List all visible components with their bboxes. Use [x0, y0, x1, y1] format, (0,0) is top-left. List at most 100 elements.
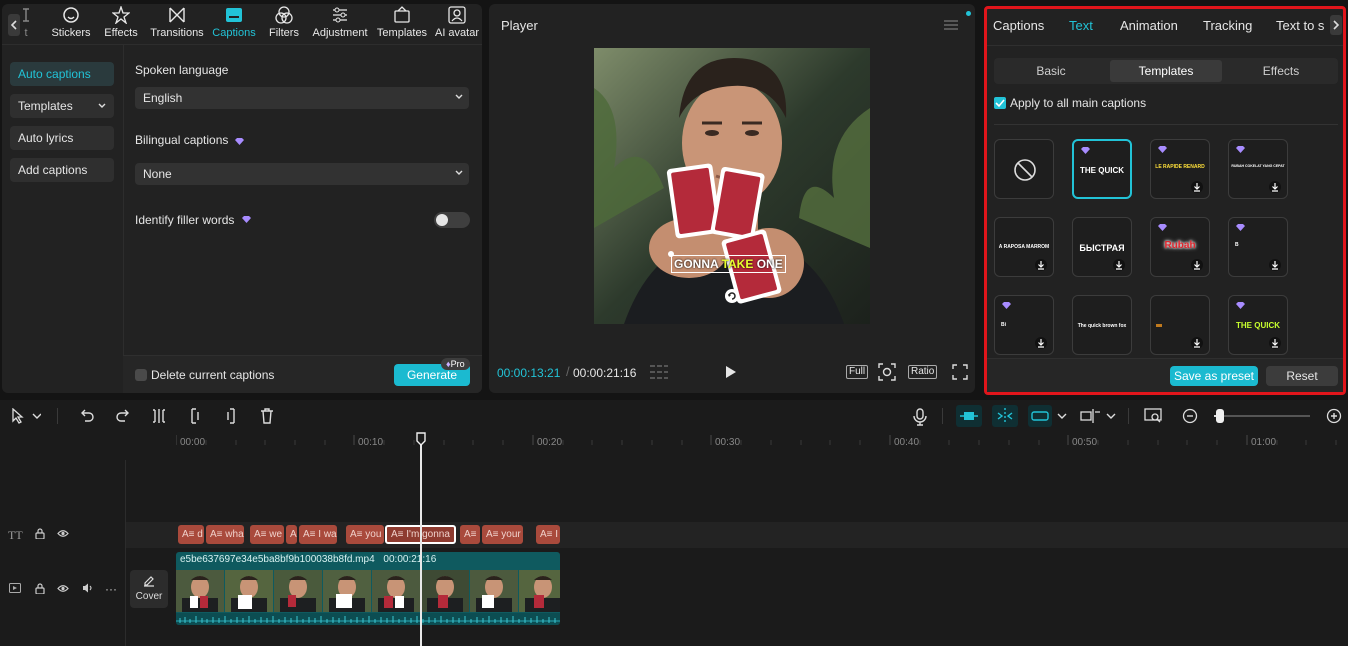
template-item[interactable]: Bi: [994, 295, 1054, 355]
template-item[interactable]: A RAPOSA MARROM: [994, 217, 1054, 277]
select-cursor-icon[interactable]: [11, 408, 41, 424]
rotate-handle-icon[interactable]: [724, 288, 740, 304]
tab-captions[interactable]: Captions: [993, 18, 1044, 33]
eye-icon[interactable]: [57, 529, 69, 538]
segment-effects[interactable]: Effects: [1226, 60, 1336, 82]
tool-filters[interactable]: Filters: [255, 5, 313, 45]
caption-clip[interactable]: A≡ I: [536, 525, 560, 544]
playhead-handle[interactable]: [416, 432, 426, 446]
template-item[interactable]: B: [1228, 217, 1288, 277]
reset-button[interactable]: Reset: [1266, 366, 1338, 386]
tabs-scroll-right-button[interactable]: [1330, 15, 1342, 35]
split-icon[interactable]: [151, 408, 167, 424]
pro-gem-icon: [242, 216, 251, 223]
download-icon[interactable]: [1269, 181, 1281, 193]
bilingual-value: None: [143, 167, 172, 181]
tool-adjustment[interactable]: Adjustment: [311, 5, 369, 45]
preview-axis-icon[interactable]: [1080, 408, 1116, 424]
download-icon[interactable]: [1035, 259, 1047, 271]
cover-button[interactable]: Cover: [130, 570, 168, 608]
caption-clip[interactable]: A≡: [460, 525, 480, 544]
template-item[interactable]: [1150, 295, 1210, 355]
download-icon[interactable]: [1269, 259, 1281, 271]
timeline-grid-icon[interactable]: [649, 364, 669, 380]
caption-clip[interactable]: A≡ I wa: [299, 525, 337, 544]
linkage-icon[interactable]: [1028, 405, 1070, 427]
trim-left-icon[interactable]: [187, 408, 203, 424]
delete-captions-checkbox[interactable]: [135, 369, 147, 381]
download-icon[interactable]: [1269, 337, 1281, 349]
zoom-out-icon[interactable]: [1182, 408, 1198, 424]
volume-icon[interactable]: [82, 583, 94, 593]
tool-transitions[interactable]: Transitions: [148, 5, 206, 45]
play-button[interactable]: [725, 365, 737, 379]
template-item[interactable]: БЫСТРАЯ: [1072, 217, 1132, 277]
segment-basic[interactable]: Basic: [996, 60, 1106, 82]
caption-clip[interactable]: A≡ d: [178, 525, 204, 544]
caption-handle[interactable]: [668, 251, 674, 257]
download-icon[interactable]: [1191, 259, 1203, 271]
nav-templates[interactable]: Templates: [10, 94, 114, 118]
video-clip[interactable]: e5be637697e34e5ba8bf9b100038b8fd.mp4 00:…: [176, 552, 560, 625]
nav-auto-lyrics[interactable]: Auto lyrics: [10, 126, 114, 150]
caption-clip[interactable]: A≡ wha: [206, 525, 244, 544]
zoom-fit-icon[interactable]: [1144, 408, 1162, 424]
player-menu-icon[interactable]: [944, 20, 958, 30]
undo-icon[interactable]: [79, 408, 95, 424]
lock-icon[interactable]: [35, 528, 45, 539]
zoom-slider[interactable]: [1214, 409, 1310, 423]
filler-words-toggle[interactable]: [434, 212, 470, 228]
eye-icon[interactable]: [57, 584, 69, 593]
tool-label: Filters: [269, 27, 299, 39]
delete-trash-icon[interactable]: [259, 408, 275, 424]
crop-focus-icon[interactable]: [878, 363, 896, 381]
main-track-magnet-icon[interactable]: [956, 405, 982, 427]
template-item[interactable]: LE RAPIDE RENARD: [1150, 139, 1210, 199]
download-icon[interactable]: [1035, 337, 1047, 349]
caption-clip[interactable]: A≡ your: [482, 525, 523, 544]
ruler-label: 00:30: [715, 437, 741, 448]
tool-effects[interactable]: Effects: [92, 5, 150, 45]
caption-clip[interactable]: A≡ you: [346, 525, 384, 544]
ratio-button[interactable]: Ratio: [908, 365, 938, 379]
zoom-slider-knob[interactable]: [1216, 409, 1224, 423]
template-item[interactable]: THE QUICK: [1228, 295, 1288, 355]
nav-auto-captions[interactable]: Auto captions: [10, 62, 114, 86]
full-button[interactable]: Full: [846, 365, 869, 379]
tab-tracking[interactable]: Tracking: [1203, 18, 1252, 33]
caption-overlay[interactable]: GONNA TAKE ONE: [671, 255, 786, 273]
playhead-line[interactable]: [420, 444, 422, 646]
download-icon[interactable]: [1191, 337, 1203, 349]
template-item[interactable]: RUBAH COKELAT YANG CEPAT: [1228, 139, 1288, 199]
caption-clip[interactable]: A: [286, 525, 297, 544]
nav-add-captions[interactable]: Add captions: [10, 158, 114, 182]
tab-text-to-speech[interactable]: Text to s: [1276, 18, 1326, 33]
fullscreen-icon[interactable]: [952, 364, 968, 380]
download-icon[interactable]: [1113, 259, 1125, 271]
redo-icon[interactable]: [115, 408, 131, 424]
video-preview[interactable]: GONNA TAKE ONE: [594, 48, 870, 324]
tool-text[interactable]: t: [14, 5, 38, 45]
bilingual-select[interactable]: None: [135, 163, 469, 185]
microphone-icon[interactable]: [912, 408, 928, 426]
template-item[interactable]: Rubah: [1150, 217, 1210, 277]
more-options-icon[interactable]: ···: [105, 582, 117, 596]
template-none[interactable]: [994, 139, 1054, 199]
save-preset-button[interactable]: Save as preset: [1170, 366, 1258, 386]
caption-clip[interactable]: A≡ we: [250, 525, 284, 544]
zoom-in-icon[interactable]: [1326, 408, 1342, 424]
spoken-language-select[interactable]: English: [135, 87, 469, 109]
template-item[interactable]: THE QUICK: [1072, 139, 1132, 199]
segment-templates[interactable]: Templates: [1110, 60, 1222, 82]
timeline-ruler[interactable]: [176, 433, 1348, 445]
tool-ai-avatar[interactable]: AI avatar: [428, 5, 486, 45]
tab-text[interactable]: Text: [1069, 18, 1093, 33]
tool-templates[interactable]: Templates: [373, 5, 431, 45]
auto-snap-icon[interactable]: [992, 405, 1018, 427]
tab-animation[interactable]: Animation: [1120, 18, 1178, 33]
apply-all-checkbox[interactable]: [994, 97, 1006, 109]
template-item[interactable]: The quick brown fox: [1072, 295, 1132, 355]
lock-icon[interactable]: [35, 583, 45, 594]
trim-right-icon[interactable]: [223, 408, 239, 424]
download-icon[interactable]: [1191, 181, 1203, 193]
